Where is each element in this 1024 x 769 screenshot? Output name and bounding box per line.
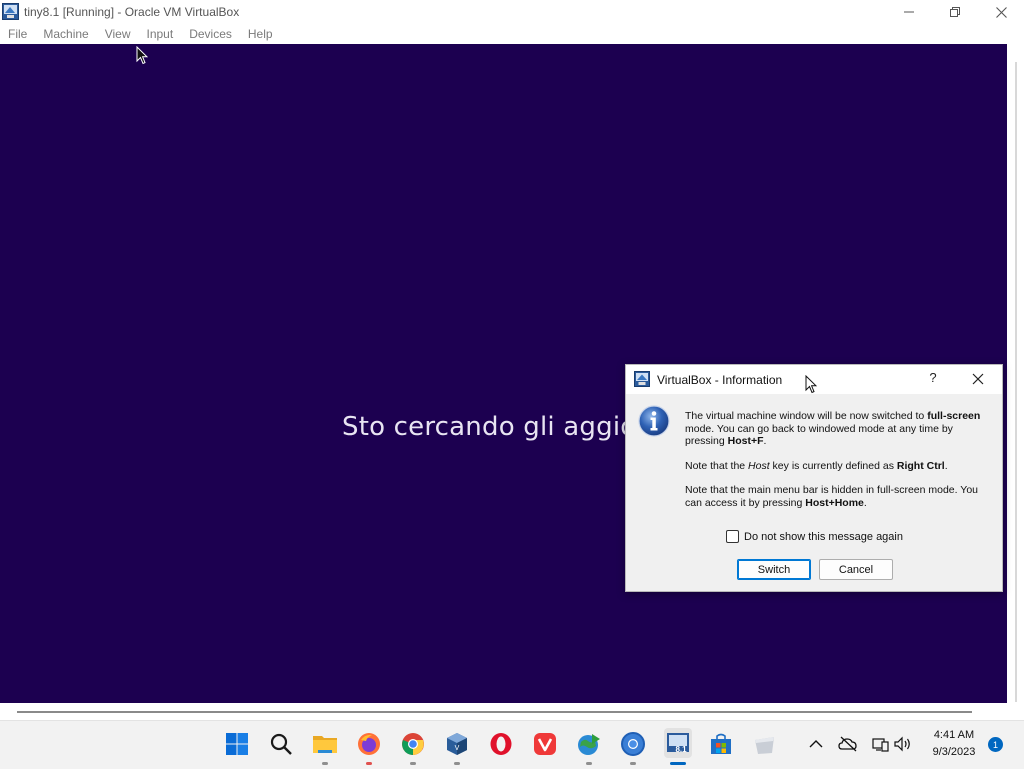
- file-explorer-button[interactable]: [312, 731, 338, 757]
- dialog-message: The virtual machine window will be now s…: [685, 410, 993, 521]
- window-title: tiny8.1 [Running] - Oracle VM VirtualBox: [24, 5, 240, 19]
- close-button[interactable]: [978, 0, 1024, 24]
- firefox-icon: [358, 733, 380, 755]
- chevron-up-icon: [809, 740, 823, 748]
- dialog-close-button[interactable]: [966, 369, 990, 389]
- chrome-button[interactable]: [400, 731, 426, 757]
- search-icon: [270, 733, 292, 755]
- bucket-app-button[interactable]: [752, 731, 778, 757]
- menu-input[interactable]: Input: [139, 24, 182, 44]
- information-dialog: VirtualBox - Information ? The virtual m…: [625, 364, 1003, 592]
- menu-file[interactable]: File: [0, 24, 35, 44]
- close-icon: [995, 6, 1007, 18]
- message-paragraph-2: Note that the Host key is currently defi…: [685, 459, 948, 472]
- volume-button[interactable]: [893, 735, 913, 753]
- onedrive-button[interactable]: [838, 735, 858, 753]
- vertical-scrollbar[interactable]: [1007, 44, 1024, 703]
- svg-text:V: V: [455, 745, 460, 752]
- clock-time[interactable]: 4:41 AM: [928, 729, 980, 741]
- chrome-icon: [402, 733, 424, 755]
- opera-button[interactable]: [488, 731, 514, 757]
- store-icon: [711, 733, 731, 754]
- svg-text:8.1: 8.1: [675, 745, 687, 754]
- do-not-show-checkbox-row[interactable]: Do not show this message again: [726, 530, 903, 543]
- notification-badge[interactable]: 1: [988, 737, 1003, 752]
- minimize-button[interactable]: [886, 0, 932, 24]
- menu-view[interactable]: View: [97, 24, 139, 44]
- firefox-button[interactable]: [356, 731, 382, 757]
- network-icon: [872, 738, 889, 752]
- horizontal-scrollbar[interactable]: [17, 711, 972, 713]
- maximize-button[interactable]: [932, 0, 978, 24]
- close-icon: [972, 373, 984, 385]
- do-not-show-checkbox[interactable]: [726, 530, 739, 543]
- menu-devices[interactable]: Devices: [181, 24, 240, 44]
- vivaldi-icon: [534, 733, 556, 755]
- do-not-show-label: Do not show this message again: [744, 530, 903, 543]
- taskbar: V 8.1 4:41 AM 9/3/2023 1: [0, 720, 1024, 769]
- virtualbox-app-icon: V: [447, 733, 467, 755]
- start-button[interactable]: [224, 731, 250, 757]
- search-button[interactable]: [268, 731, 294, 757]
- menu-help[interactable]: Help: [240, 24, 281, 44]
- store-button[interactable]: [708, 731, 734, 757]
- help-button[interactable]: ?: [922, 370, 944, 388]
- window-title-bar: tiny8.1 [Running] - Oracle VM VirtualBox: [0, 0, 1024, 24]
- tiny8-vm-icon: 8.1: [667, 733, 689, 754]
- mouse-cursor-icon: [136, 46, 148, 65]
- network-button[interactable]: [870, 735, 890, 753]
- start-icon: [226, 733, 248, 755]
- message-paragraph-3: Note that the main menu bar is hidden in…: [685, 484, 979, 509]
- menu-machine[interactable]: Machine: [35, 24, 96, 44]
- virtualbox-app-button[interactable]: V: [444, 731, 470, 757]
- tiny8-vm-button[interactable]: 8.1: [664, 728, 692, 758]
- network-globe-icon: [578, 734, 600, 755]
- cancel-button[interactable]: Cancel: [819, 559, 893, 580]
- chromium-button[interactable]: [620, 731, 646, 757]
- show-hidden-icons-button[interactable]: [806, 735, 826, 753]
- mouse-cursor-icon: [805, 375, 817, 394]
- vivaldi-button[interactable]: [532, 731, 558, 757]
- switch-button[interactable]: Switch: [737, 559, 811, 580]
- menu-bar: File Machine View Input Devices Help: [0, 24, 1024, 44]
- minimize-icon: [904, 11, 914, 13]
- info-icon: [638, 405, 670, 437]
- dialog-title: VirtualBox - Information: [657, 373, 783, 387]
- bucket-app-icon: [755, 737, 774, 754]
- volume-icon: [894, 736, 910, 752]
- opera-icon: [490, 733, 512, 755]
- status-bar: [0, 703, 1024, 720]
- file-explorer-icon: [313, 736, 337, 753]
- cloud-offline-icon: [838, 736, 857, 752]
- virtualbox-icon: [2, 3, 19, 20]
- message-paragraph-1: The virtual machine window will be now s…: [685, 410, 981, 447]
- virtualbox-icon: [634, 371, 650, 387]
- clock-date[interactable]: 9/3/2023: [924, 746, 984, 758]
- maximize-icon: [950, 7, 960, 17]
- network-globe-button[interactable]: [576, 731, 602, 757]
- chromium-icon: [621, 732, 645, 756]
